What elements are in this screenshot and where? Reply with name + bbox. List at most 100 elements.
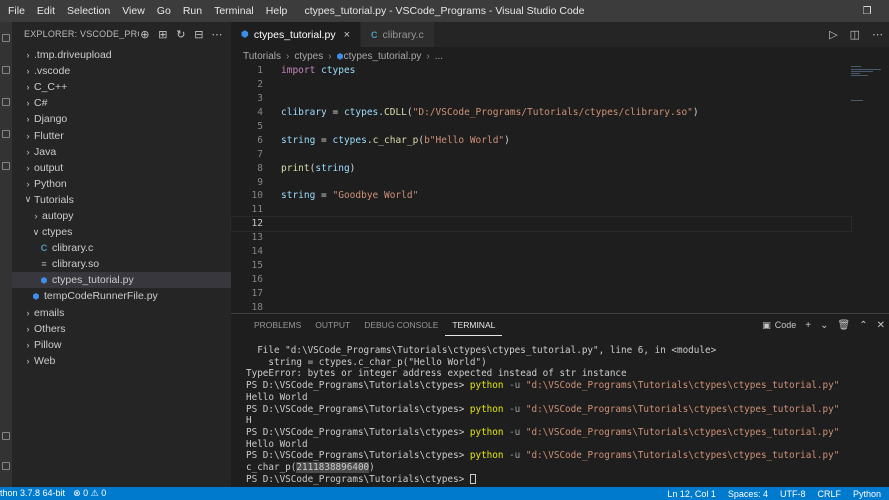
tree-file[interactable]: ⬢ tempCodeRunnerFile.py [12, 288, 231, 304]
restore-icon[interactable]: ❐ [845, 0, 889, 22]
tree-folder[interactable]: › .tmp.driveupload [12, 47, 231, 63]
line-number: 1 [257, 65, 263, 77]
close-panel-icon[interactable]: ✕ [877, 320, 885, 331]
menu-item[interactable]: View [116, 0, 151, 22]
new-terminal-icon[interactable]: + [805, 320, 811, 331]
code-line[interactable]: 9 [231, 175, 851, 189]
menu-item[interactable]: File [2, 0, 31, 22]
menu-item[interactable]: Help [260, 0, 294, 22]
language-mode[interactable]: Python [853, 489, 881, 499]
menu-item[interactable]: Go [151, 0, 177, 22]
code-line[interactable]: 15 [231, 258, 851, 272]
tree-folder[interactable]: › Others [12, 321, 231, 337]
panel-tab-debug-console[interactable]: DEBUG CONSOLE [357, 314, 445, 336]
source-control-icon[interactable] [2, 98, 10, 106]
editor-tabs: ⬢ ctypes_tutorial.py × Cclibrary.c ▷ ◫ ⋯ [231, 22, 889, 47]
code-line[interactable]: 17 [231, 286, 851, 300]
tree-folder[interactable]: ∨ Tutorials [12, 192, 231, 208]
refresh-icon[interactable]: ↻ [175, 28, 187, 41]
tree-folder[interactable]: › Java [12, 144, 231, 160]
breadcrumb-item[interactable]: ... [435, 51, 443, 62]
new-file-icon[interactable]: ⊕ [139, 28, 151, 41]
more-actions-icon[interactable]: ⋯ [872, 28, 883, 41]
tree-file[interactable]: ≡ clibrary.so [12, 256, 231, 272]
run-debug-icon[interactable] [2, 130, 10, 138]
code-line[interactable]: 18 [231, 300, 851, 314]
panel-tab-terminal[interactable]: TERMINAL [445, 314, 503, 336]
code-token: string [315, 162, 350, 174]
panel-tab-output[interactable]: OUTPUT [308, 314, 357, 336]
code-line[interactable]: 11 [231, 203, 851, 217]
tree-folder[interactable]: ∨ ctypes [12, 224, 231, 240]
tree-folder[interactable]: › C_C++ [12, 79, 231, 95]
code-line[interactable]: 4 clibrary = ctypes.CDLL("D:/VSCode_Progr… [231, 106, 851, 120]
code-line[interactable]: 13 [231, 231, 851, 245]
tab-clibrary-c[interactable]: Cclibrary.c [361, 22, 435, 47]
split-editor-icon[interactable]: ◫ [850, 28, 860, 41]
code-line[interactable]: 5 [231, 120, 851, 134]
tree-folder[interactable]: › C# [12, 95, 231, 111]
line-number: 15 [251, 259, 263, 271]
tree-folder[interactable]: › .vscode [12, 63, 231, 79]
code-line[interactable]: 8 print(string) [231, 161, 851, 175]
tree-folder[interactable]: › Django [12, 111, 231, 127]
code-line[interactable]: 16 [231, 272, 851, 286]
code-editor[interactable]: 1 import ctypes 2 3 4 clibrary = ctypes.CDLL(… [230, 64, 852, 313]
trash-icon[interactable]: 🗑︎ [838, 320, 851, 331]
breadcrumb-item[interactable]: ctypes [294, 51, 323, 62]
line-number: 5 [257, 121, 263, 132]
code-text: string = ctypes.c_char_p(b"Hello World") [281, 135, 510, 146]
python-interpreter[interactable]: thon 3.7.8 64-bit [0, 488, 65, 499]
tree-folder[interactable]: › Pillow [12, 337, 231, 353]
tree-item-label: clibrary.c [52, 242, 94, 255]
terminal-text: string = ctypes.c_char_p("Hello World") [246, 356, 487, 368]
code-line[interactable]: 10 string = "Goodbye World" [231, 189, 851, 203]
menu-item[interactable]: Run [177, 0, 208, 22]
code-line[interactable]: 6 string = ctypes.c_char_p(b"Hello World"… [231, 133, 851, 147]
code-line[interactable]: 7 [231, 147, 851, 161]
settings-gear-icon[interactable] [2, 462, 10, 470]
more-actions-icon[interactable]: ⋯ [211, 28, 223, 41]
tab-ctypes-tutorial-py[interactable]: ⬢ ctypes_tutorial.py × [231, 22, 362, 47]
line-ending[interactable]: CRLF [817, 489, 841, 499]
menu-item[interactable]: Edit [31, 0, 61, 22]
cursor-position[interactable]: Ln 12, Col 1 [667, 489, 716, 499]
code-line[interactable]: 12 [230, 215, 852, 232]
tree-folder[interactable]: › Web [12, 353, 231, 369]
tree-folder[interactable]: › output [12, 160, 231, 176]
encoding[interactable]: UTF-8 [780, 489, 806, 499]
panel-tab-problems[interactable]: PROBLEMS [247, 314, 308, 336]
chevron-right-icon: › [26, 162, 30, 173]
code-line[interactable]: 3 [231, 92, 851, 106]
c-file-icon: C [40, 243, 48, 254]
code-line[interactable]: 14 [231, 245, 851, 259]
tree-folder[interactable]: › emails [12, 305, 231, 321]
minimap[interactable] [851, 64, 889, 124]
indentation[interactable]: Spaces: 4 [728, 489, 768, 499]
breadcrumb-item[interactable]: Tutorials [243, 51, 281, 62]
tree-folder[interactable]: › autopy [12, 208, 231, 224]
tree-folder[interactable]: › Flutter [12, 127, 231, 143]
tree-file[interactable]: ⬢ ctypes_tutorial.py [12, 272, 231, 289]
terminal-text: PS D:\VSCode_Programs\Tutorials\ctypes> [246, 403, 470, 415]
maximize-panel-icon[interactable]: ⌃ [859, 320, 867, 331]
account-icon[interactable] [2, 432, 10, 440]
terminal-text: -u [503, 426, 526, 438]
code-line[interactable]: 2 [231, 78, 851, 92]
run-python-file-icon[interactable]: ▷ [829, 28, 837, 41]
terminal-selector[interactable]: ▣ Code [762, 320, 796, 331]
menu-item[interactable]: Terminal [208, 0, 260, 22]
tree-file[interactable]: Cclibrary.c [12, 240, 231, 256]
explorer-icon[interactable] [2, 34, 10, 42]
code-line[interactable]: 1 import ctypes [231, 64, 851, 78]
breadcrumb-item[interactable]: ctypes_tutorial.py [344, 51, 422, 62]
search-icon[interactable] [2, 66, 10, 74]
menu-item[interactable]: Selection [61, 0, 116, 22]
new-folder-icon[interactable]: ⊞ [157, 28, 169, 41]
chevron-down-icon[interactable]: ⌄ [820, 320, 828, 331]
close-icon[interactable]: × [344, 29, 350, 41]
problems-indicator[interactable]: ⊗ 0 ⚠ 0 [73, 488, 106, 499]
tree-folder[interactable]: › Python [12, 176, 231, 192]
extensions-icon[interactable] [2, 162, 10, 170]
collapse-all-icon[interactable]: ⊟ [193, 28, 205, 41]
